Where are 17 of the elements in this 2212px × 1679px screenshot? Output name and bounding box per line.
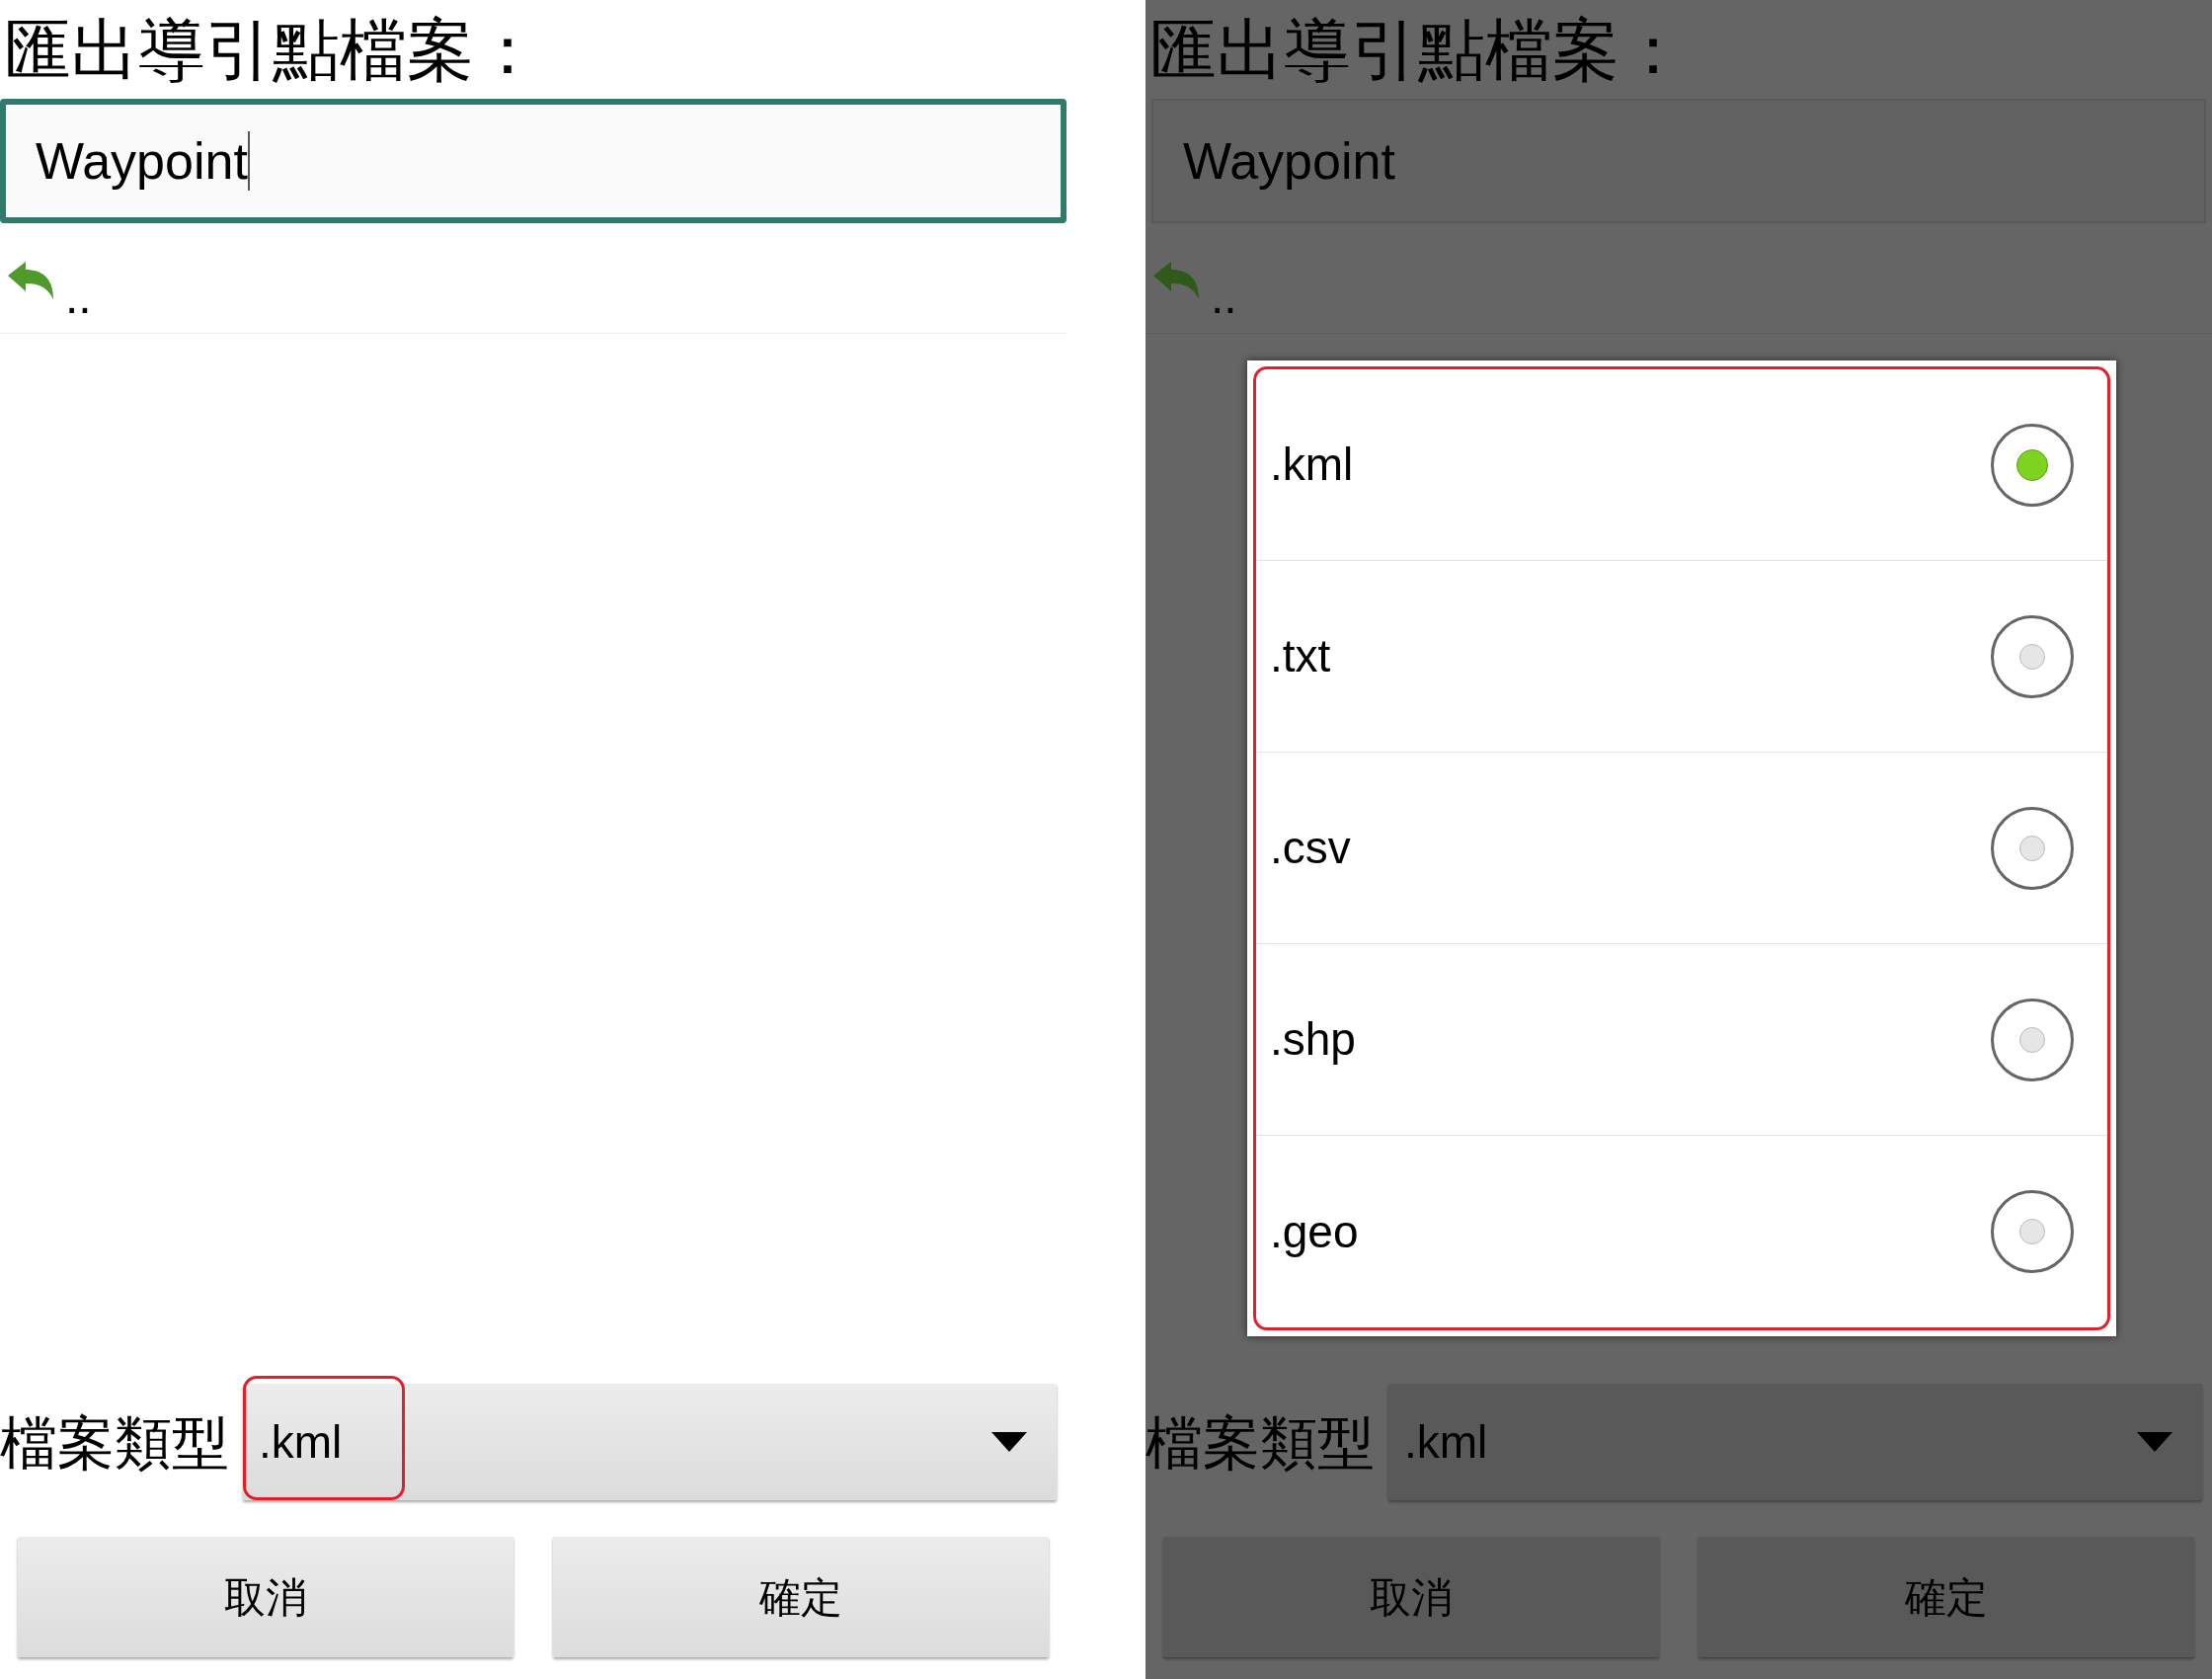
filename-input[interactable]: Waypoint xyxy=(0,99,1066,223)
file-type-option[interactable]: .txt xyxy=(1256,561,2107,753)
parent-folder-item[interactable]: .. xyxy=(1211,274,1237,321)
dropdown-caret-icon xyxy=(991,1432,1027,1452)
file-type-option[interactable]: .shp xyxy=(1256,944,2107,1136)
dialog-title: 匯出導引點檔案： xyxy=(3,11,542,89)
file-type-option[interactable]: .kml xyxy=(1256,369,2107,561)
file-type-option[interactable]: .geo xyxy=(1256,1136,2107,1327)
file-type-option[interactable]: .csv xyxy=(1256,753,2107,944)
file-type-label: 檔案類型 xyxy=(1146,1408,1375,1477)
dialog-button[interactable]: 取消 xyxy=(18,1537,514,1657)
file-type-label: 檔案類型 xyxy=(0,1408,229,1477)
parent-folder-item[interactable]: .. xyxy=(65,274,92,321)
dropdown-caret-icon xyxy=(2137,1432,2172,1452)
dialog-button[interactable]: 確定 xyxy=(553,1537,1049,1657)
file-type-dropdown[interactable]: .kml xyxy=(243,1384,1057,1500)
dialog-title: 匯出導引點檔案： xyxy=(1148,11,1688,89)
